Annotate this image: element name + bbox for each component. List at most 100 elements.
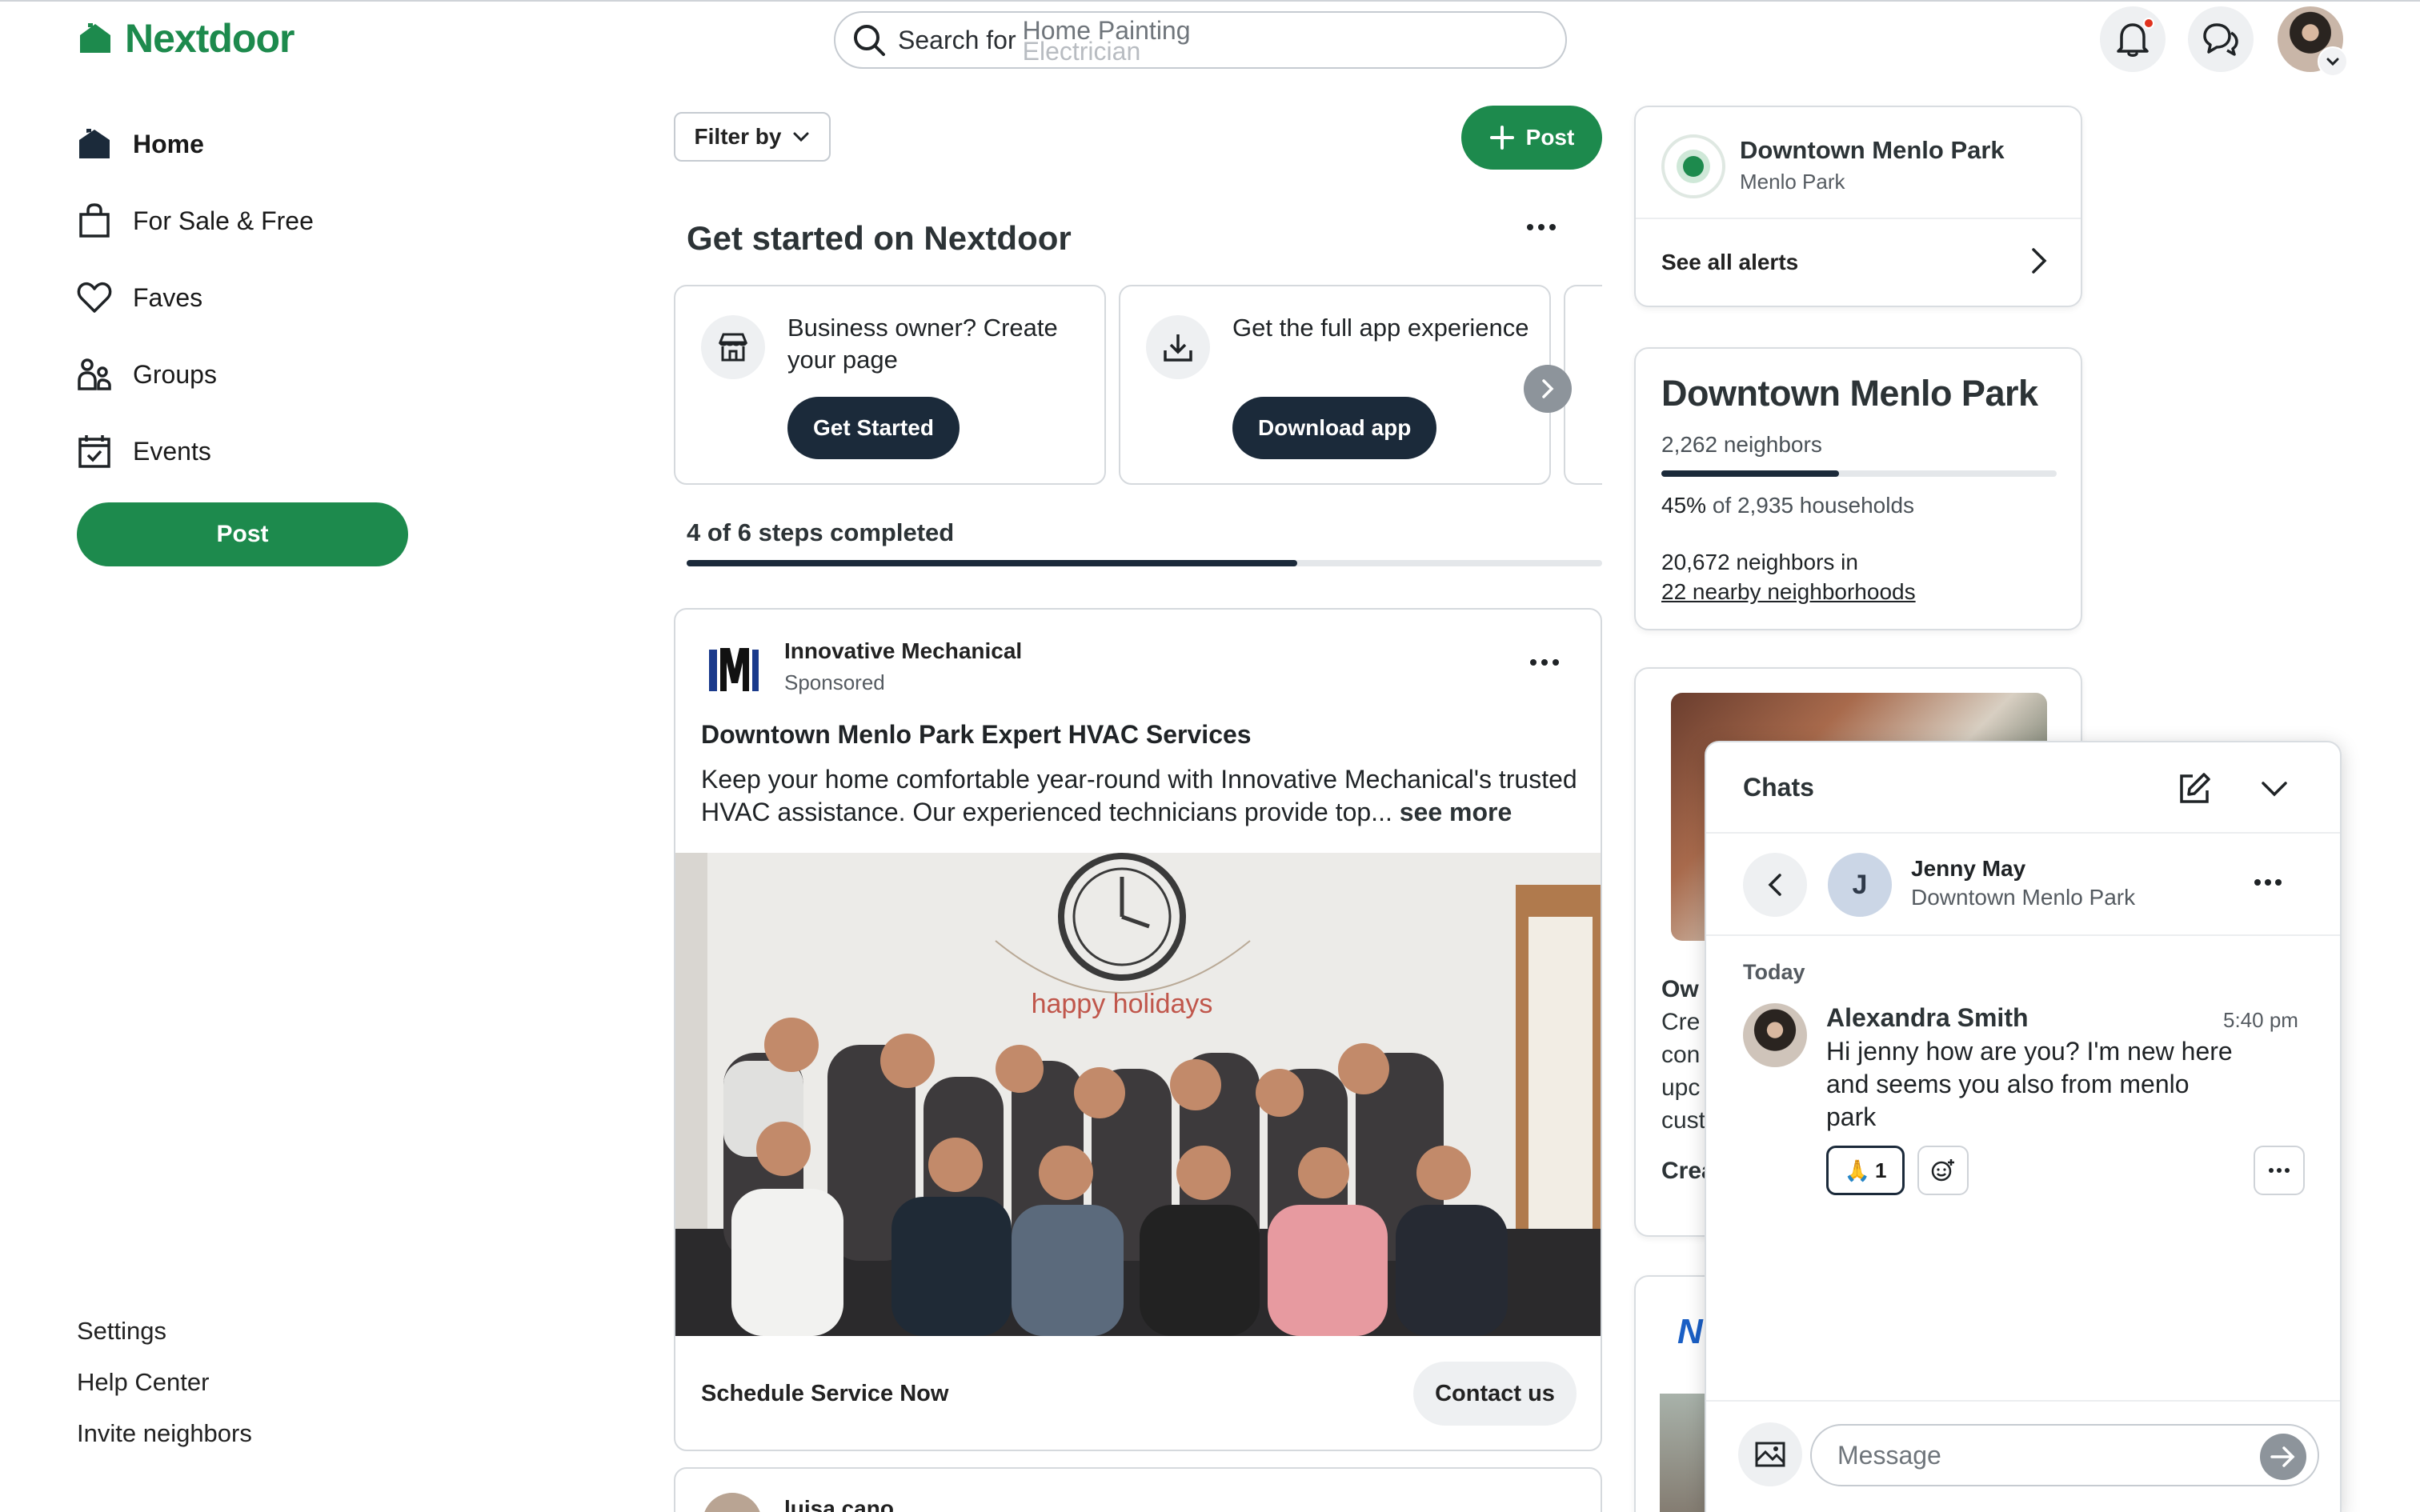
chat-panel: Chats J Jenny May Downtown Menlo Park To… [1705,741,2342,1512]
divider [1706,832,2340,834]
schedule-service-link[interactable]: Schedule Service Now [701,1381,948,1407]
download-app-button[interactable]: Download app [1232,397,1437,459]
chevron-left-icon [1766,872,1784,898]
compose-message-button[interactable] [2177,771,2212,806]
chat-peer-neighborhood: Downtown Menlo Park [1911,885,2136,910]
calendar-check-icon [77,434,112,469]
nav-item-for-sale-free[interactable]: For Sale & Free [77,198,314,243]
message-timestamp: 5:40 pm [2223,1008,2298,1032]
households-text: of 2,935 households [1712,493,1915,518]
storefront-icon [701,315,765,379]
innovative-mechanical-logo[interactable] [706,642,762,698]
nav-post-button[interactable]: Post [77,502,408,566]
chat-options-button[interactable] [2254,878,2282,886]
chevron-down-icon [2258,773,2290,805]
sponsored-label: Sponsored [784,670,885,694]
households-progress-bar [1661,470,2057,477]
settings-link[interactable]: Settings [77,1317,166,1346]
ad-team-photo[interactable]: happy holidays [675,853,1601,1336]
search-suggestion-next: Electrician [1022,37,1141,66]
nav-item-home[interactable]: Home [77,122,204,166]
nav-label: Home [133,129,204,158]
nav-label: Faves [133,282,203,312]
ad-headline[interactable]: Downtown Menlo Park Expert HVAC Services [701,720,1252,750]
help-center-link[interactable]: Help Center [77,1368,209,1397]
promo-title-partial: Ow [1661,976,1699,1002]
alert-status-icon [1661,134,1725,198]
shopping-bag-icon [77,203,112,238]
compose-icon [2177,771,2212,806]
sponsored-post-card: Innovative Mechanical Sponsored Downtown… [674,608,1602,1451]
nav-label: For Sale & Free [133,206,314,235]
nav-item-faves[interactable]: Faves [77,275,202,320]
message-reaction[interactable]: 🙏 1 [1826,1146,1905,1195]
more-horizontal-icon [1525,222,1557,232]
top-border [0,0,2420,2]
nav-label: Events [133,436,211,466]
invite-neighbors-link[interactable]: Invite neighbors [77,1419,252,1448]
home-icon [77,127,112,161]
alert-neighborhood-name: Downtown Menlo Park [1740,136,2005,164]
nav-label: Groups [133,359,217,389]
get-started-button[interactable]: Get Started [787,397,960,459]
sidebar-ad-logo[interactable]: N [1677,1312,1703,1352]
add-reaction-button[interactable] [1917,1146,1969,1195]
search-bar[interactable]: Search for Home Painting Electrician [834,11,1567,69]
chevron-right-icon[interactable] [2029,246,2049,275]
notifications-button[interactable] [2100,6,2166,72]
message-author-name[interactable]: Alexandra Smith [1826,1003,2029,1033]
chat-back-button[interactable] [1743,853,1807,917]
chevron-down-icon [2326,57,2340,66]
get-started-card-text: Get the full app experience [1232,314,1529,342]
arrow-right-icon [2270,1445,2297,1469]
next-post-card[interactable]: luisa cano [674,1467,1602,1512]
households-progress-fill [1661,470,1840,477]
steps-progress-bar [687,560,1602,566]
divider [1706,1400,2340,1402]
divider [1636,218,2081,219]
neighborhood-card: Downtown Menlo Park 2,262 neighbors 45% … [1634,347,2082,630]
neighborhood-title[interactable]: Downtown Menlo Park [1661,373,2038,414]
get-started-card-app: Get the full app experience Download app [1119,285,1551,485]
get-started-title: Get started on Nextdoor [687,219,1072,257]
contact-us-button[interactable]: Contact us [1413,1362,1577,1426]
nextdoor-logo[interactable]: Nextdoor [77,13,294,64]
chevron-down-icon [792,131,810,142]
chat-peer-name[interactable]: Jenny May [1911,856,2025,882]
message-text: Hi jenny how are you? I'm new here and s… [1826,1037,2233,1131]
get-started-more-button[interactable] [1525,222,1557,232]
message-input[interactable] [1810,1424,2319,1486]
post-author-name[interactable]: luisa cano [784,1496,894,1512]
unread-badge [2143,18,2154,29]
messages-button[interactable] [2188,6,2254,72]
message-author-avatar[interactable] [1743,1003,1807,1067]
logo-text: Nextdoor [125,16,294,61]
filter-by-button[interactable]: Filter by [674,112,831,162]
more-horizontal-icon [1529,658,1561,667]
ad-more-button[interactable] [1529,658,1561,667]
sidebar-ad-image[interactable] [1660,1394,1708,1512]
chat-peer-avatar[interactable]: J [1828,853,1892,917]
households-percent: 45% [1661,493,1707,518]
filter-label: Filter by [694,124,782,149]
attach-photo-button[interactable] [1738,1422,1802,1486]
message-options-button[interactable] [2254,1146,2305,1195]
create-post-button[interactable]: Post [1461,106,1602,170]
advertiser-name[interactable]: Innovative Mechanical [784,638,1022,664]
chat-bubbles-icon [2202,22,2239,57]
nearby-neighborhoods-link[interactable]: 22 nearby neighborhoods [1661,579,1916,604]
account-menu-button[interactable] [2318,46,2348,77]
see-more-link[interactable]: see more [1400,798,1512,826]
nav-item-groups[interactable]: Groups [77,352,217,397]
plus-icon [1489,125,1515,150]
collapse-chat-button[interactable] [2258,773,2290,805]
nav-item-events[interactable]: Events [77,429,211,474]
author-avatar[interactable] [703,1493,762,1512]
carousel-next-button[interactable] [1524,365,1572,413]
households-stat: 45% of 2,935 households [1661,493,1914,518]
alerts-card: Downtown Menlo Park Menlo Park See all a… [1634,106,2082,307]
chevron-right-icon [1541,378,1555,399]
see-all-alerts-link[interactable]: See all alerts [1661,250,1798,275]
steps-progress-fill [687,560,1297,566]
send-message-button[interactable] [2260,1434,2306,1480]
